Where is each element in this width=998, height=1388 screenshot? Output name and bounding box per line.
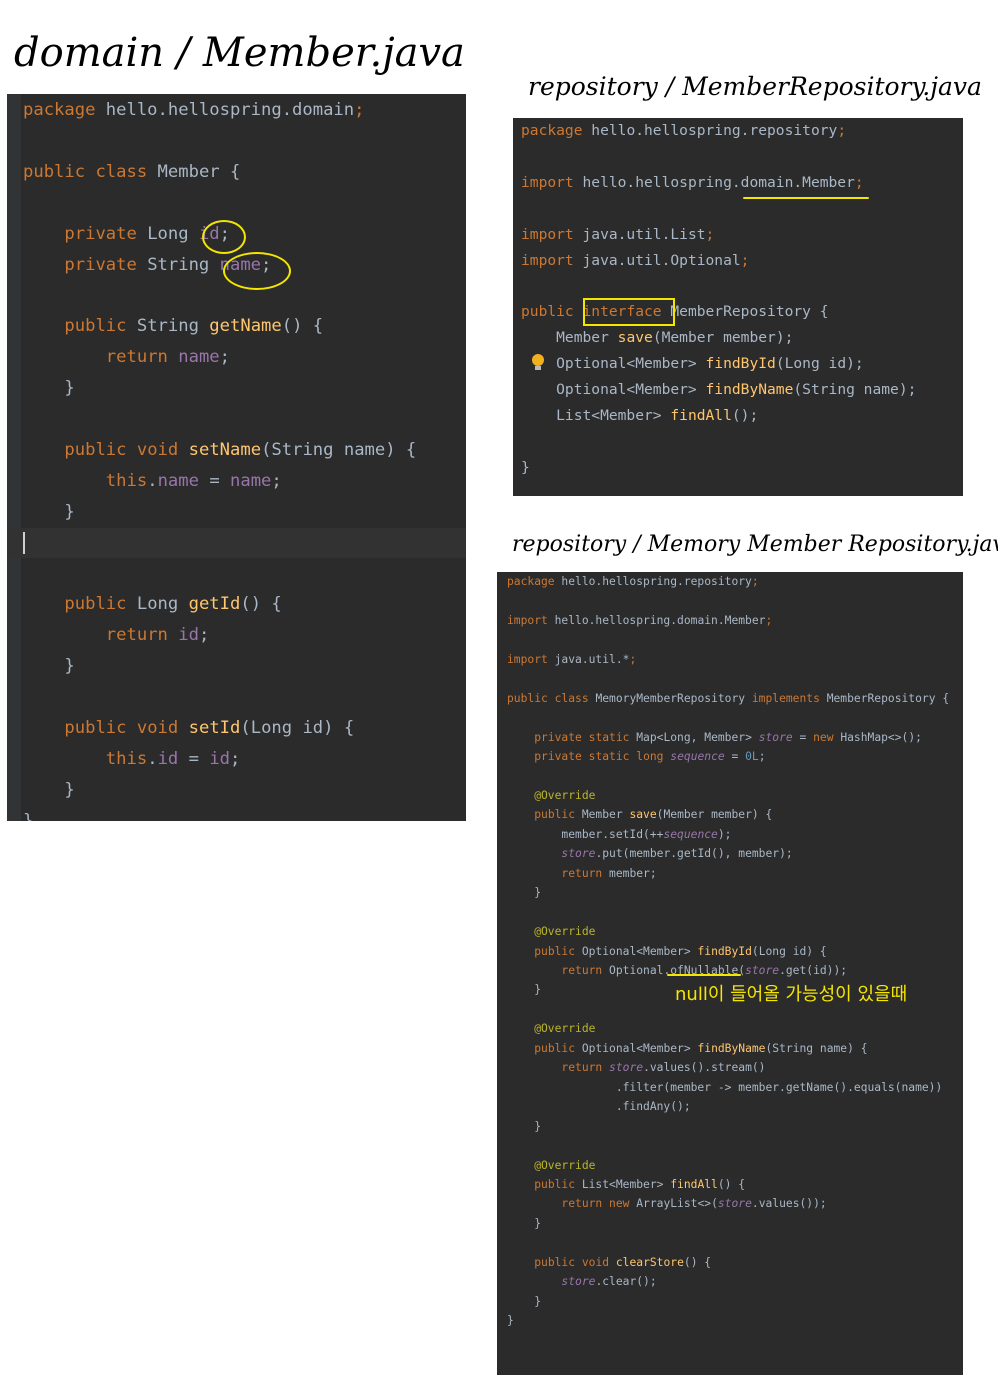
- code-line: }: [23, 779, 75, 800]
- code-line: public class MemoryMemberRepository impl…: [507, 691, 950, 705]
- code-line: }: [521, 458, 530, 476]
- code-line: import java.util.*;: [507, 652, 637, 666]
- code-line: return id;: [105, 625, 210, 646]
- null-annotation-note: null이 들어올 가능성이 있을때: [675, 984, 908, 1005]
- code-line: public void clearStore() {: [534, 1255, 712, 1269]
- memory-repository-editor: package hello.hellospring.repository; imp…: [497, 572, 963, 1375]
- code-line: import hello.hellospring.domain.Member;: [507, 613, 773, 627]
- code-line: }: [507, 1119, 542, 1133]
- code-line: .findAny();: [507, 1100, 691, 1114]
- memory-repository-title: repository / Memory Member Repository.ja…: [512, 532, 998, 557]
- code-line: public List<Member> findAll() {: [534, 1177, 746, 1191]
- code-line: Member save(Member member);: [521, 329, 794, 347]
- code-line: }: [23, 501, 75, 522]
- code-line: }: [507, 1294, 542, 1308]
- code-line: this.id = id;: [105, 748, 241, 769]
- member-repository-title: repository / MemberRepository.java: [528, 72, 982, 101]
- code-line: private Long id;: [64, 223, 230, 244]
- code-line: return name;: [105, 347, 231, 368]
- code-line: package hello.hellospring.domain;: [23, 100, 365, 120]
- code-line: public String getName() {: [64, 316, 324, 337]
- code-line: member.setId(++sequence);: [507, 827, 732, 841]
- id-highlight-circle: [202, 220, 246, 254]
- code-line: public Optional<Member> findByName(Strin…: [534, 1041, 868, 1055]
- code-line: import java.util.List;: [521, 225, 715, 243]
- code-line: private static Map<Long, Member> store =…: [534, 730, 922, 744]
- current-line-highlight: [7, 528, 466, 558]
- code-line: @Override: [507, 925, 596, 939]
- code-line: Optional<Member> findByName(String name)…: [521, 381, 917, 398]
- code-line: store.clear();: [561, 1275, 657, 1289]
- code-line: @Override: [507, 1022, 596, 1036]
- code-line: }: [507, 886, 542, 900]
- code-line: store.put(member.getId(), member);: [561, 847, 793, 861]
- code-line: }: [23, 378, 75, 399]
- member-repository-editor: package hello.hellospring.repository; imp…: [513, 118, 963, 496]
- code-line: }: [23, 656, 75, 677]
- code-line: public Member save(Member member) {: [534, 808, 773, 822]
- code-line: private static long sequence = 0L;: [534, 750, 766, 764]
- code-line: public void setName(String name) {: [64, 439, 417, 460]
- code-line: }: [507, 1314, 514, 1328]
- member-java-editor: package hello.hellospring.domain; public …: [7, 94, 466, 821]
- code-line: return store.values().stream(): [561, 1061, 766, 1075]
- lightbulb-icon[interactable]: [532, 354, 544, 370]
- code-line: Optional<Member> findById(Long id);: [521, 355, 864, 373]
- code-line: public void setId(Long id) {: [64, 718, 355, 738]
- code-line: }: [507, 1216, 542, 1230]
- code-line: return member;: [561, 866, 657, 880]
- code-line: import java.util.Optional;: [521, 251, 750, 269]
- domain-member-underline: [743, 197, 869, 199]
- code-line: @Override: [507, 1158, 596, 1172]
- code-line: public class Member {: [23, 161, 241, 182]
- name-highlight-circle: [223, 252, 291, 290]
- ofnullable-underline: [667, 974, 741, 976]
- code-line: import hello.hellospring.domain.Member;: [521, 173, 864, 191]
- text-caret: [23, 532, 25, 554]
- member-java-title: domain / Member.java: [14, 30, 465, 76]
- code-line: public Optional<Member> findById(Long id…: [534, 944, 827, 958]
- code-line: package hello.hellospring.repository;: [507, 575, 759, 588]
- code-line: }: [507, 983, 542, 997]
- code-line: public Long getId() {: [64, 594, 282, 615]
- editor-gutter: [7, 94, 21, 821]
- code-line: @Override: [507, 788, 596, 802]
- code-line: this.name = name;: [105, 470, 282, 491]
- code-line: }: [23, 810, 34, 821]
- code-line: package hello.hellospring.repository;: [521, 122, 847, 139]
- interface-highlight-box: [583, 298, 675, 326]
- code-line: return new ArrayList<>(store.values());: [561, 1197, 827, 1211]
- code-line: List<Member> findAll();: [521, 406, 759, 424]
- code-line: .filter(member -> member.getName().equal…: [507, 1080, 943, 1094]
